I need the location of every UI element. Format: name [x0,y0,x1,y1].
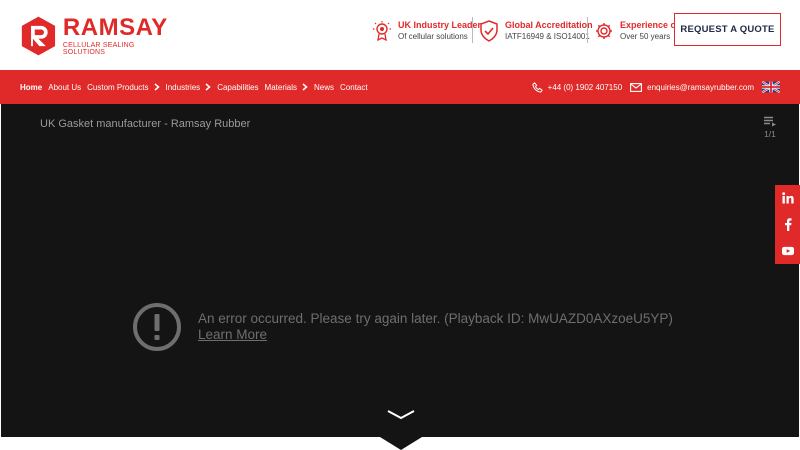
nav-item-industries[interactable]: Industries [166,83,212,92]
chevron-right-icon[interactable] [302,83,308,91]
brand-tagline: CELLULAR SEALING SOLUTIONS [62,42,135,56]
error-message: An error occurred. Please try again late… [198,311,673,326]
playlist-count: 1/1 [764,129,776,139]
gear-icon [596,23,612,39]
social-sidebar [775,185,800,264]
nav-label: Industries [165,82,201,92]
brand-logo[interactable]: RAMSAY CELLULAR SEALING SOLUTIONS [20,12,170,60]
feature-title: UK Industry Leader [398,20,482,30]
nav-label: Home [20,82,43,92]
playback-error: An error occurred. Please try again late… [132,302,673,352]
email-address: enquiries@ramsayrubber.com [647,82,754,92]
feature-subtitle: Of cellular solutions [398,32,468,41]
feature-divider [587,17,588,43]
error-exclamation-icon [133,303,181,351]
feature-title: Experience of [620,20,680,30]
nav-item-news[interactable]: News [314,83,334,92]
nav-item-about[interactable]: About Us [48,83,81,92]
facebook-icon[interactable] [782,218,794,231]
feature-title: Global Accreditation [505,20,593,30]
nav-label: Capabilities [217,82,259,92]
nav-item-home[interactable]: Home [20,83,42,92]
nav-item-custom-products[interactable]: Custom Products [87,82,160,92]
nav-contact-info: +44 (0) 1902 407150 enquiries@ramsayrubb… [524,70,780,104]
chevron-right-icon[interactable] [154,83,160,91]
phone-number: +44 (0) 1902 407150 [547,82,623,92]
nav-label: Contact [340,82,368,92]
scroll-down-chevron-icon[interactable] [380,410,422,450]
feature-industry-leader: UK Industry Leader Of cellular solutions [372,17,481,45]
email-link[interactable]: enquiries@ramsayrubber.com [630,83,754,92]
feature-global-accreditation: Global Accreditation IATF16949 & ISO1400… [479,17,593,45]
request-quote-button[interactable]: REQUEST A QUOTE [674,13,781,46]
nav-label: Custom Products [87,82,149,92]
learn-more-link[interactable]: Learn More [198,327,673,343]
nav-label: About Us [48,82,82,92]
nav-menu: Home About Us Custom Products Industries… [20,70,374,104]
feature-divider [472,17,473,43]
phone-link[interactable]: +44 (0) 1902 407150 [532,81,623,93]
nav-item-capabilities[interactable]: Capabilities [217,83,258,92]
brand-name: RAMSAY [62,14,168,41]
feature-subtitle: Over 50 years [620,32,671,41]
main-nav: Home About Us Custom Products Industries… [0,70,800,104]
playlist-icon [764,116,776,127]
award-icon [373,21,391,42]
nav-label: News [314,82,335,92]
logo-hexagon-icon [21,16,56,56]
phone-icon [532,81,543,93]
linkedin-icon[interactable] [781,192,794,204]
nav-label: Materials [264,82,297,92]
youtube-icon[interactable] [781,245,794,257]
envelope-icon [630,82,643,92]
video-title[interactable]: UK Gasket manufacturer - Ramsay Rubber [40,118,250,130]
nav-item-materials[interactable]: Materials [265,83,308,92]
shield-check-icon [480,20,498,42]
playlist-button[interactable]: 1/1 [761,116,779,139]
video-player[interactable]: UK Gasket manufacturer - Ramsay Rubber 1… [1,104,799,437]
feature-subtitle: IATF16949 & ISO14001 [505,32,590,41]
logo-text: RAMSAY CELLULAR SEALING SOLUTIONS [62,14,170,57]
chevron-right-icon[interactable] [205,83,211,91]
feature-experience: Experience of Over 50 years [594,17,679,45]
uk-flag-icon[interactable] [762,81,780,93]
nav-item-contact[interactable]: Contact [340,83,368,92]
site-header: RAMSAY CELLULAR SEALING SOLUTIONS UK Ind… [0,0,800,70]
